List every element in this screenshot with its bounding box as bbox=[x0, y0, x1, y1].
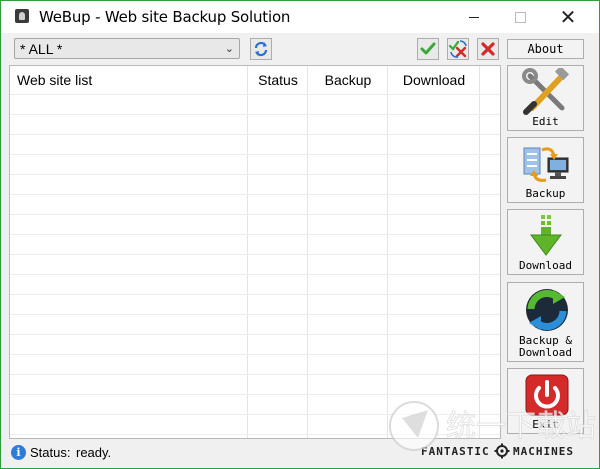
status-label: Status: bbox=[30, 445, 71, 460]
download-arrow-icon bbox=[530, 215, 562, 256]
row-divider bbox=[10, 274, 500, 275]
backup-label: Backup bbox=[525, 187, 566, 200]
gear-icon bbox=[494, 443, 510, 459]
filter-value: * ALL * bbox=[20, 41, 63, 57]
backup-download-label-line2: Download bbox=[519, 346, 572, 359]
minimize-button[interactable] bbox=[451, 1, 497, 33]
download-label: Download bbox=[519, 259, 572, 272]
row-divider bbox=[10, 94, 500, 95]
backup-and-download-button[interactable]: Backup & Download bbox=[507, 282, 584, 362]
maximize-icon bbox=[514, 11, 526, 23]
brand-name-right: MACHINES bbox=[513, 445, 574, 458]
column-header-status[interactable]: Status bbox=[248, 66, 308, 94]
edit-label: Edit bbox=[532, 115, 559, 128]
maximize-button[interactable] bbox=[497, 1, 543, 33]
row-divider bbox=[10, 374, 500, 375]
website-grid[interactable]: Web site list Status Backup Download bbox=[9, 65, 501, 439]
filter-combo[interactable]: * ALL * ⌄ bbox=[14, 38, 240, 59]
row-divider bbox=[10, 194, 500, 195]
deselect-all-button[interactable] bbox=[477, 38, 499, 60]
exit-button[interactable]: Exit bbox=[507, 368, 584, 434]
backup-button[interactable]: Backup bbox=[507, 137, 584, 203]
row-divider bbox=[10, 174, 500, 175]
column-header-website[interactable]: Web site list bbox=[10, 66, 248, 94]
row-divider bbox=[10, 434, 500, 435]
brand-name-left: FANTASTIC bbox=[421, 445, 490, 458]
refresh-icon bbox=[254, 41, 268, 57]
sync-icon bbox=[526, 289, 568, 331]
status-value: ready. bbox=[76, 445, 112, 460]
app-window: WeBup - Web site Backup Solution ✕ * ALL… bbox=[0, 0, 600, 469]
row-divider bbox=[10, 214, 500, 215]
toggle-selection-button[interactable] bbox=[447, 38, 469, 60]
about-button[interactable]: About bbox=[507, 39, 584, 59]
download-button[interactable]: Download bbox=[507, 209, 584, 275]
row-divider bbox=[10, 314, 500, 315]
refresh-button[interactable] bbox=[250, 38, 272, 60]
row-divider bbox=[10, 154, 500, 155]
check-icon bbox=[420, 42, 436, 55]
row-divider bbox=[10, 114, 500, 115]
column-header-download[interactable]: Download bbox=[388, 66, 480, 94]
tools-icon bbox=[522, 68, 570, 115]
column-header-backup[interactable]: Backup bbox=[308, 66, 388, 94]
select-all-button[interactable] bbox=[417, 38, 439, 60]
column-divider bbox=[307, 66, 308, 438]
close-button[interactable]: ✕ bbox=[545, 1, 591, 33]
backup-icon bbox=[523, 147, 569, 182]
minimize-icon bbox=[469, 16, 479, 18]
row-divider bbox=[10, 254, 500, 255]
chevron-down-icon: ⌄ bbox=[224, 43, 234, 55]
info-icon: i bbox=[11, 445, 26, 460]
row-divider bbox=[10, 354, 500, 355]
column-divider bbox=[479, 66, 480, 438]
grid-header: Web site list Status Backup Download bbox=[10, 66, 500, 94]
title-bar: WeBup - Web site Backup Solution ✕ bbox=[1, 1, 599, 33]
edit-button[interactable]: Edit bbox=[507, 65, 584, 131]
row-divider bbox=[10, 334, 500, 335]
exit-label: Exit bbox=[532, 418, 559, 431]
status-bar: i Status: ready. FANTASTIC MACHINES bbox=[1, 442, 599, 468]
row-divider bbox=[10, 394, 500, 395]
window-title: WeBup - Web site Backup Solution bbox=[39, 8, 291, 26]
column-divider bbox=[247, 66, 248, 438]
delete-icon bbox=[481, 42, 495, 56]
row-divider bbox=[10, 234, 500, 235]
app-icon bbox=[15, 9, 29, 23]
row-divider bbox=[10, 294, 500, 295]
power-icon bbox=[525, 374, 569, 416]
row-divider bbox=[10, 414, 500, 415]
close-icon: ✕ bbox=[559, 5, 577, 29]
column-divider bbox=[387, 66, 388, 438]
row-divider bbox=[10, 134, 500, 135]
check-x-icon bbox=[449, 40, 467, 58]
